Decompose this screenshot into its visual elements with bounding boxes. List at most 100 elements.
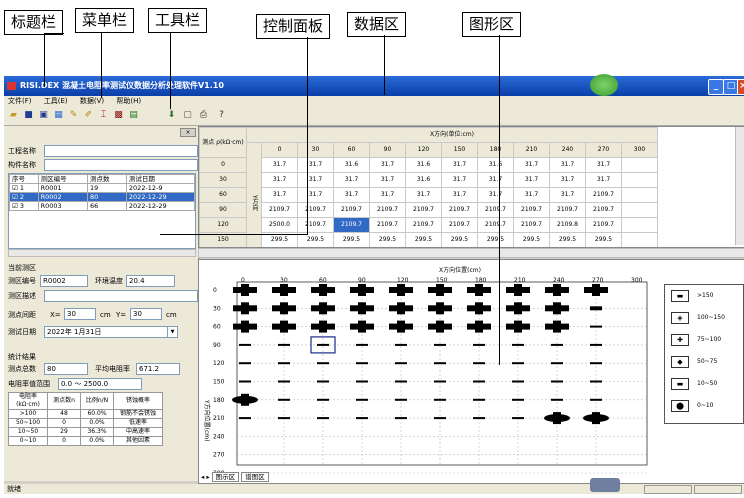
- zone-row[interactable]: ☑ 2 R0002 80 2022-12-29: [9, 192, 196, 202]
- grid-cell[interactable]: 31.7: [297, 157, 334, 173]
- grid-cell[interactable]: 2109.7: [441, 202, 478, 218]
- x-spacing-field[interactable]: 30: [64, 308, 96, 320]
- date-picker[interactable]: 2022年 1月31日: [44, 326, 168, 338]
- edit-icon[interactable]: ✎: [68, 110, 79, 121]
- grid-cell[interactable]: 2109.7: [369, 202, 406, 218]
- tab-nav-left[interactable]: ◂ ▸: [201, 473, 212, 481]
- grid-cell[interactable]: 31.7: [369, 157, 406, 173]
- grid-icon[interactable]: ▩: [113, 110, 124, 121]
- member-field[interactable]: [44, 159, 198, 171]
- grid-cell[interactable]: 31.6: [405, 172, 442, 188]
- grid-cell[interactable]: [621, 202, 658, 218]
- grid-cell[interactable]: 31.6: [333, 157, 370, 173]
- close-button[interactable]: ×: [737, 79, 744, 95]
- grid-cell[interactable]: 299.5: [477, 232, 514, 247]
- grid-cell[interactable]: [621, 217, 658, 233]
- grid-cell[interactable]: 2109.8: [549, 217, 586, 233]
- grid-cell[interactable]: 299.5: [585, 232, 622, 247]
- grid-cell[interactable]: 299.5: [441, 232, 478, 247]
- grid-cell[interactable]: 2109.7: [513, 217, 550, 233]
- grid-cell[interactable]: 31.7: [441, 157, 478, 173]
- export-icon[interactable]: ⬇: [166, 110, 177, 121]
- table-icon[interactable]: ▦: [53, 110, 64, 121]
- data-vscrollbar[interactable]: [735, 127, 744, 245]
- preview-icon[interactable]: ▢: [182, 110, 193, 121]
- grid-cell[interactable]: 299.5: [405, 232, 442, 247]
- save-all-icon[interactable]: ▣: [38, 110, 49, 121]
- grid-cell[interactable]: 299.5: [369, 232, 406, 247]
- menu-file[interactable]: 文件(F): [8, 97, 32, 105]
- grid-cell[interactable]: [621, 187, 658, 203]
- checkbox-icon[interactable]: ☑: [12, 202, 20, 210]
- grid-cell[interactable]: 2109.7: [261, 202, 298, 218]
- list-hscrollbar[interactable]: [8, 249, 196, 257]
- grid-cell[interactable]: 2109.7: [369, 217, 406, 233]
- tab-diagram[interactable]: 图示区: [211, 472, 240, 482]
- grid-cell[interactable]: 31.7: [261, 187, 298, 203]
- zone-id-field[interactable]: R0002: [40, 275, 88, 287]
- tab-spectrum[interactable]: 谱图区: [241, 472, 269, 482]
- grid-cell[interactable]: 31.7: [369, 187, 406, 203]
- desc-field[interactable]: [44, 290, 198, 302]
- tool-icon[interactable]: ✐: [83, 110, 94, 121]
- grid-cell[interactable]: 2109.7: [333, 217, 370, 233]
- grid-cell[interactable]: 31.7: [297, 172, 334, 188]
- grid-cell[interactable]: 2109.7: [297, 217, 334, 233]
- zone-row[interactable]: ☑ 1 R0001 19 2022-12-9: [9, 183, 196, 193]
- zone-row[interactable]: ☑ 3 R0003 66 2022-12-29: [9, 201, 196, 211]
- grid-cell[interactable]: 31.7: [477, 172, 514, 188]
- grid-cell[interactable]: 31.7: [477, 187, 514, 203]
- temp-field[interactable]: 20.4: [126, 275, 175, 287]
- menu-tools[interactable]: 工具(E): [44, 97, 68, 105]
- grid-cell[interactable]: 2109.7: [513, 202, 550, 218]
- grid-cell[interactable]: 31.7: [333, 187, 370, 203]
- grid-cell[interactable]: 31.6: [477, 157, 514, 173]
- help-icon[interactable]: ?: [216, 110, 227, 121]
- menu-help[interactable]: 帮助(H): [116, 97, 141, 105]
- grid-cell[interactable]: 2109.7: [405, 217, 442, 233]
- grid-cell[interactable]: 299.5: [333, 232, 370, 247]
- cursor-icon[interactable]: ⌶: [98, 110, 109, 121]
- grid-cell[interactable]: 2109.7: [477, 202, 514, 218]
- save-icon[interactable]: ■: [23, 110, 34, 121]
- grid-cell[interactable]: 31.7: [549, 157, 586, 173]
- grid-cell[interactable]: 31.7: [513, 157, 550, 173]
- grid-cell[interactable]: [621, 157, 658, 173]
- grid-cell[interactable]: 31.7: [405, 187, 442, 203]
- panel-close-button[interactable]: ×: [180, 128, 196, 137]
- zone-list[interactable]: 序号 测区编号 测点数 测试日期 ☑ 1 R0001 19 2022-12-9 ☑ 2R…: [8, 173, 196, 249]
- grid-cell[interactable]: [621, 172, 658, 188]
- grid-cell[interactable]: [621, 232, 658, 247]
- grid-cell[interactable]: 31.7: [261, 172, 298, 188]
- chart-icon[interactable]: ▤: [128, 110, 139, 121]
- y-spacing-field[interactable]: 30: [130, 308, 162, 320]
- grid-cell[interactable]: 299.5: [513, 232, 550, 247]
- grid-cell[interactable]: 2109.7: [333, 202, 370, 218]
- grid-cell[interactable]: 31.7: [513, 187, 550, 203]
- grid-cell[interactable]: 2109.7: [441, 217, 478, 233]
- grid-cell[interactable]: 2109.7: [549, 202, 586, 218]
- grid-cell[interactable]: 31.7: [261, 157, 298, 173]
- grid-cell[interactable]: 31.7: [585, 157, 622, 173]
- grid-cell[interactable]: 2109.7: [297, 202, 334, 218]
- grid-cell[interactable]: 2109.7: [405, 202, 442, 218]
- grid-cell[interactable]: 2109.7: [477, 217, 514, 233]
- grid-cell[interactable]: 31.7: [369, 172, 406, 188]
- date-dropdown-button[interactable]: ▼: [167, 326, 178, 338]
- graph-canvas[interactable]: X方向位置(cm) Y方向位置(cm) 0 30 60 90 120 150 180 210 2…: [199, 260, 744, 483]
- grid-cell[interactable]: 31.7: [441, 172, 478, 188]
- project-field[interactable]: [44, 145, 198, 157]
- grid-cell[interactable]: 31.7: [333, 172, 370, 188]
- menu-data[interactable]: 数据(V): [80, 97, 104, 105]
- grid-cell[interactable]: 299.5: [549, 232, 586, 247]
- grid-cell[interactable]: 31.7: [297, 187, 334, 203]
- print-icon[interactable]: ⎙: [198, 110, 209, 121]
- grid-cell[interactable]: 2109.7: [585, 187, 622, 203]
- grid-cell[interactable]: 2109.7: [585, 217, 622, 233]
- grid-cell[interactable]: 31.7: [441, 187, 478, 203]
- grid-cell[interactable]: 2109.7: [585, 202, 622, 218]
- checkbox-icon[interactable]: ☑: [12, 184, 20, 192]
- open-icon[interactable]: ▰: [8, 110, 19, 121]
- grid-cell[interactable]: 31.6: [405, 157, 442, 173]
- grid-cell[interactable]: 31.7: [549, 187, 586, 203]
